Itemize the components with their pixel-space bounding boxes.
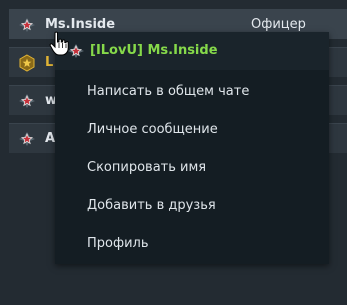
- star-rank-icon: [19, 18, 35, 32]
- context-menu-player-name: [ILovU] Ms.Inside: [90, 43, 218, 58]
- menu-item-profile[interactable]: Профиль: [55, 225, 329, 263]
- context-menu-header: [ILovU] Ms.Inside: [55, 32, 329, 70]
- member-name: Ms.Inside: [45, 17, 116, 32]
- member-name: A: [45, 131, 56, 146]
- hand-cursor-icon: [49, 31, 69, 56]
- member-name: L: [45, 55, 54, 70]
- menu-item-private-message[interactable]: Личное сообщение: [55, 111, 329, 149]
- gold-star-rank-icon: [19, 54, 35, 72]
- star-rank-icon: [19, 94, 35, 108]
- player-context-menu: [ILovU] Ms.Inside Написать в общем чате …: [55, 32, 329, 264]
- menu-item-write-general-chat[interactable]: Написать в общем чате: [55, 73, 329, 111]
- member-rank: Офицер: [251, 17, 306, 32]
- star-rank-icon: [19, 132, 35, 146]
- menu-item-copy-name[interactable]: Скопировать имя: [55, 149, 329, 187]
- menu-item-add-friend[interactable]: Добавить в друзья: [55, 187, 329, 225]
